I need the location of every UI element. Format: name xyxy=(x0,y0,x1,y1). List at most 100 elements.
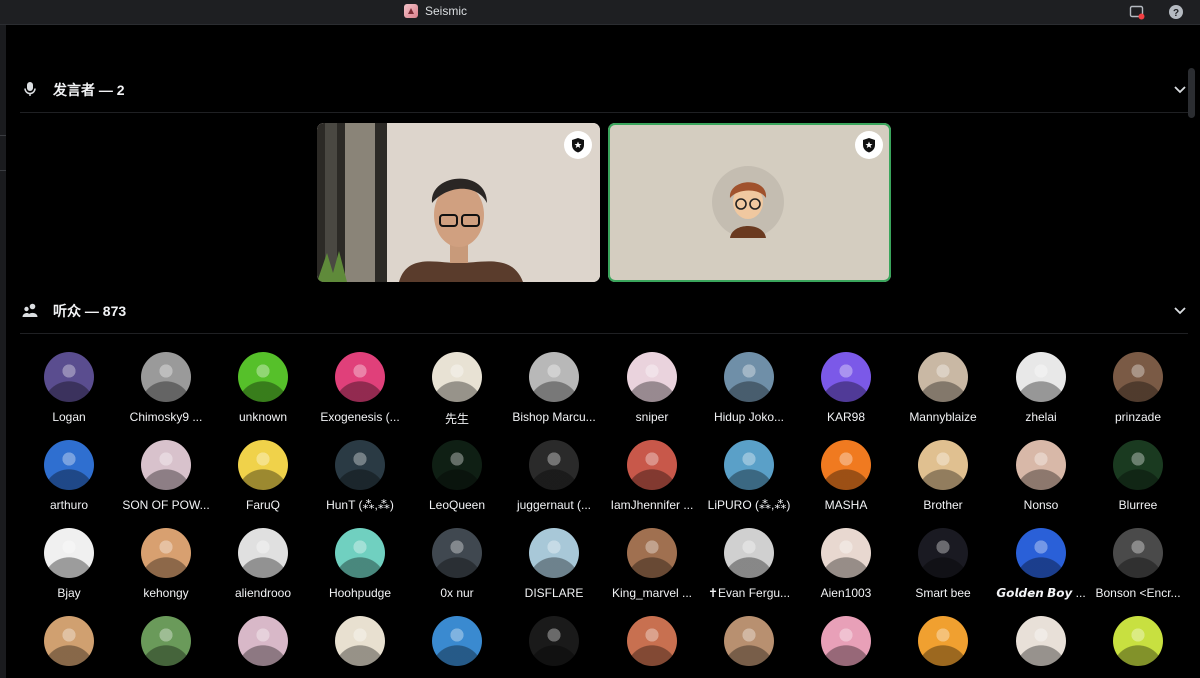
audience-member[interactable]: kehongy xyxy=(116,528,216,600)
avatar xyxy=(335,352,385,402)
audience-member[interactable] xyxy=(1088,616,1188,674)
audience-member[interactable]: 0x nur xyxy=(407,528,507,600)
audience-member[interactable]: Bjay xyxy=(19,528,119,600)
avatar xyxy=(44,528,94,578)
audience-member[interactable] xyxy=(19,616,119,674)
audience-member[interactable] xyxy=(407,616,507,674)
audience-member[interactable]: arthuro xyxy=(19,440,119,512)
avatar xyxy=(627,352,677,402)
window-title: Seismic xyxy=(425,4,468,18)
avatar xyxy=(44,440,94,490)
audience-member[interactable]: unknown xyxy=(213,352,313,424)
inbox-icon xyxy=(1129,5,1145,20)
audience-member[interactable]: 先生 xyxy=(407,352,507,427)
audience-member[interactable]: IamJhennifer ... xyxy=(602,440,702,512)
audience-member[interactable]: Hoohpudge xyxy=(310,528,410,600)
audience-member[interactable]: juggernaut (... xyxy=(504,440,604,512)
audience-member[interactable]: ✝Evan Fergu... xyxy=(699,528,799,600)
member-name: 𝙂𝙤𝙡𝙙𝙚𝙣 𝘽𝙤𝙮 ... xyxy=(996,586,1086,600)
audience-member[interactable] xyxy=(796,616,896,674)
help-icon: ? xyxy=(1169,5,1183,19)
audience-member[interactable] xyxy=(893,616,993,674)
avatar xyxy=(238,440,288,490)
audience-member[interactable]: Bishop Marcu... xyxy=(504,352,604,424)
audience-member[interactable]: MASHA xyxy=(796,440,896,512)
member-name: Mannyblaize xyxy=(909,410,977,424)
speaker-video-tile[interactable] xyxy=(317,123,600,282)
audience-member[interactable]: LiPURO (⁂,⁂) xyxy=(699,440,799,512)
audience-member[interactable]: Blurree xyxy=(1088,440,1188,512)
avatar xyxy=(335,616,385,666)
speakers-header[interactable]: 发言者 — 2 xyxy=(20,68,1188,113)
avatar xyxy=(918,528,968,578)
avatar xyxy=(1016,616,1066,666)
audience-header[interactable]: 听众 — 873 xyxy=(20,289,1188,334)
audience-member[interactable]: SON OF POW... xyxy=(116,440,216,512)
avatar xyxy=(432,352,482,402)
chevron-down-icon[interactable] xyxy=(1172,81,1188,97)
audience-member[interactable]: Smart bee xyxy=(893,528,993,600)
audience-member[interactable]: King_marvel ... xyxy=(602,528,702,600)
audience-member[interactable]: KAR98 xyxy=(796,352,896,424)
member-name: Hidup Joko... xyxy=(713,410,785,424)
member-name: 先生 xyxy=(444,412,469,426)
audience-member[interactable]: Chimosky9 ... xyxy=(116,352,216,424)
scrollbar-thumb[interactable] xyxy=(1188,68,1195,118)
avatar xyxy=(1016,352,1066,402)
avatar xyxy=(1113,528,1163,578)
audience-member[interactable] xyxy=(504,616,604,674)
inbox-button[interactable] xyxy=(1128,3,1146,21)
audience-member[interactable] xyxy=(116,616,216,674)
audience-member[interactable]: LeoQueen xyxy=(407,440,507,512)
audience-member[interactable]: prinzade xyxy=(1088,352,1188,424)
member-name: Bonson <Encr... xyxy=(1095,586,1181,600)
avatar xyxy=(821,352,871,402)
audience-member[interactable]: 𝙂𝙤𝙡𝙙𝙚𝙣 𝘽𝙤𝙮 ... xyxy=(991,528,1091,600)
audience-member[interactable] xyxy=(602,616,702,674)
audience-title: 听众 — 873 xyxy=(53,303,127,319)
member-name: Logan xyxy=(52,410,86,424)
svg-text:?: ? xyxy=(1173,8,1179,19)
audience-member[interactable]: Bonson <Encr... xyxy=(1088,528,1188,600)
avatar xyxy=(627,616,677,666)
audience-member[interactable]: FaruQ xyxy=(213,440,313,512)
audience-member[interactable]: Brother xyxy=(893,440,993,512)
microphone-icon xyxy=(24,82,36,96)
audience-member[interactable] xyxy=(310,616,410,674)
left-panel-edge xyxy=(0,25,6,678)
avatar xyxy=(529,352,579,402)
audience-member[interactable]: Exogenesis (... xyxy=(310,352,410,424)
audience-member[interactable]: Logan xyxy=(19,352,119,424)
audience-member[interactable] xyxy=(991,616,1091,674)
speaker-avatar-tile[interactable] xyxy=(608,123,891,282)
audience-member[interactable]: DISFLARE xyxy=(504,528,604,600)
audience-member[interactable]: HunT (⁂,⁂) xyxy=(310,440,410,512)
avatar xyxy=(1113,616,1163,666)
help-button[interactable]: ? xyxy=(1167,3,1185,21)
audience-member[interactable]: Hidup Joko... xyxy=(699,352,799,424)
audience-member[interactable]: Mannyblaize xyxy=(893,352,993,424)
member-name: Exogenesis (... xyxy=(320,410,400,424)
member-name: Blurree xyxy=(1118,498,1158,512)
audience-member[interactable] xyxy=(213,616,313,674)
member-name: LeoQueen xyxy=(428,498,486,512)
chevron-down-icon[interactable] xyxy=(1172,302,1188,318)
title-bar: Seismic ? xyxy=(0,0,1200,25)
avatar xyxy=(821,616,871,666)
member-name: HunT (⁂,⁂) xyxy=(326,498,394,512)
audience-member[interactable] xyxy=(699,616,799,674)
member-name: arthuro xyxy=(49,498,89,512)
member-name: Brother xyxy=(923,498,963,512)
audience-member[interactable]: zhelai xyxy=(991,352,1091,424)
member-name: prinzade xyxy=(1114,410,1162,424)
avatar xyxy=(918,440,968,490)
avatar xyxy=(627,440,677,490)
audience-member[interactable]: Aien1003 xyxy=(796,528,896,600)
audience-member[interactable]: Nonso xyxy=(991,440,1091,512)
avatar xyxy=(529,440,579,490)
audience-member[interactable]: aliendrooo xyxy=(213,528,313,600)
avatar xyxy=(238,352,288,402)
avatar xyxy=(1113,440,1163,490)
shield-star-icon xyxy=(863,138,875,153)
audience-member[interactable]: sniper xyxy=(602,352,702,424)
